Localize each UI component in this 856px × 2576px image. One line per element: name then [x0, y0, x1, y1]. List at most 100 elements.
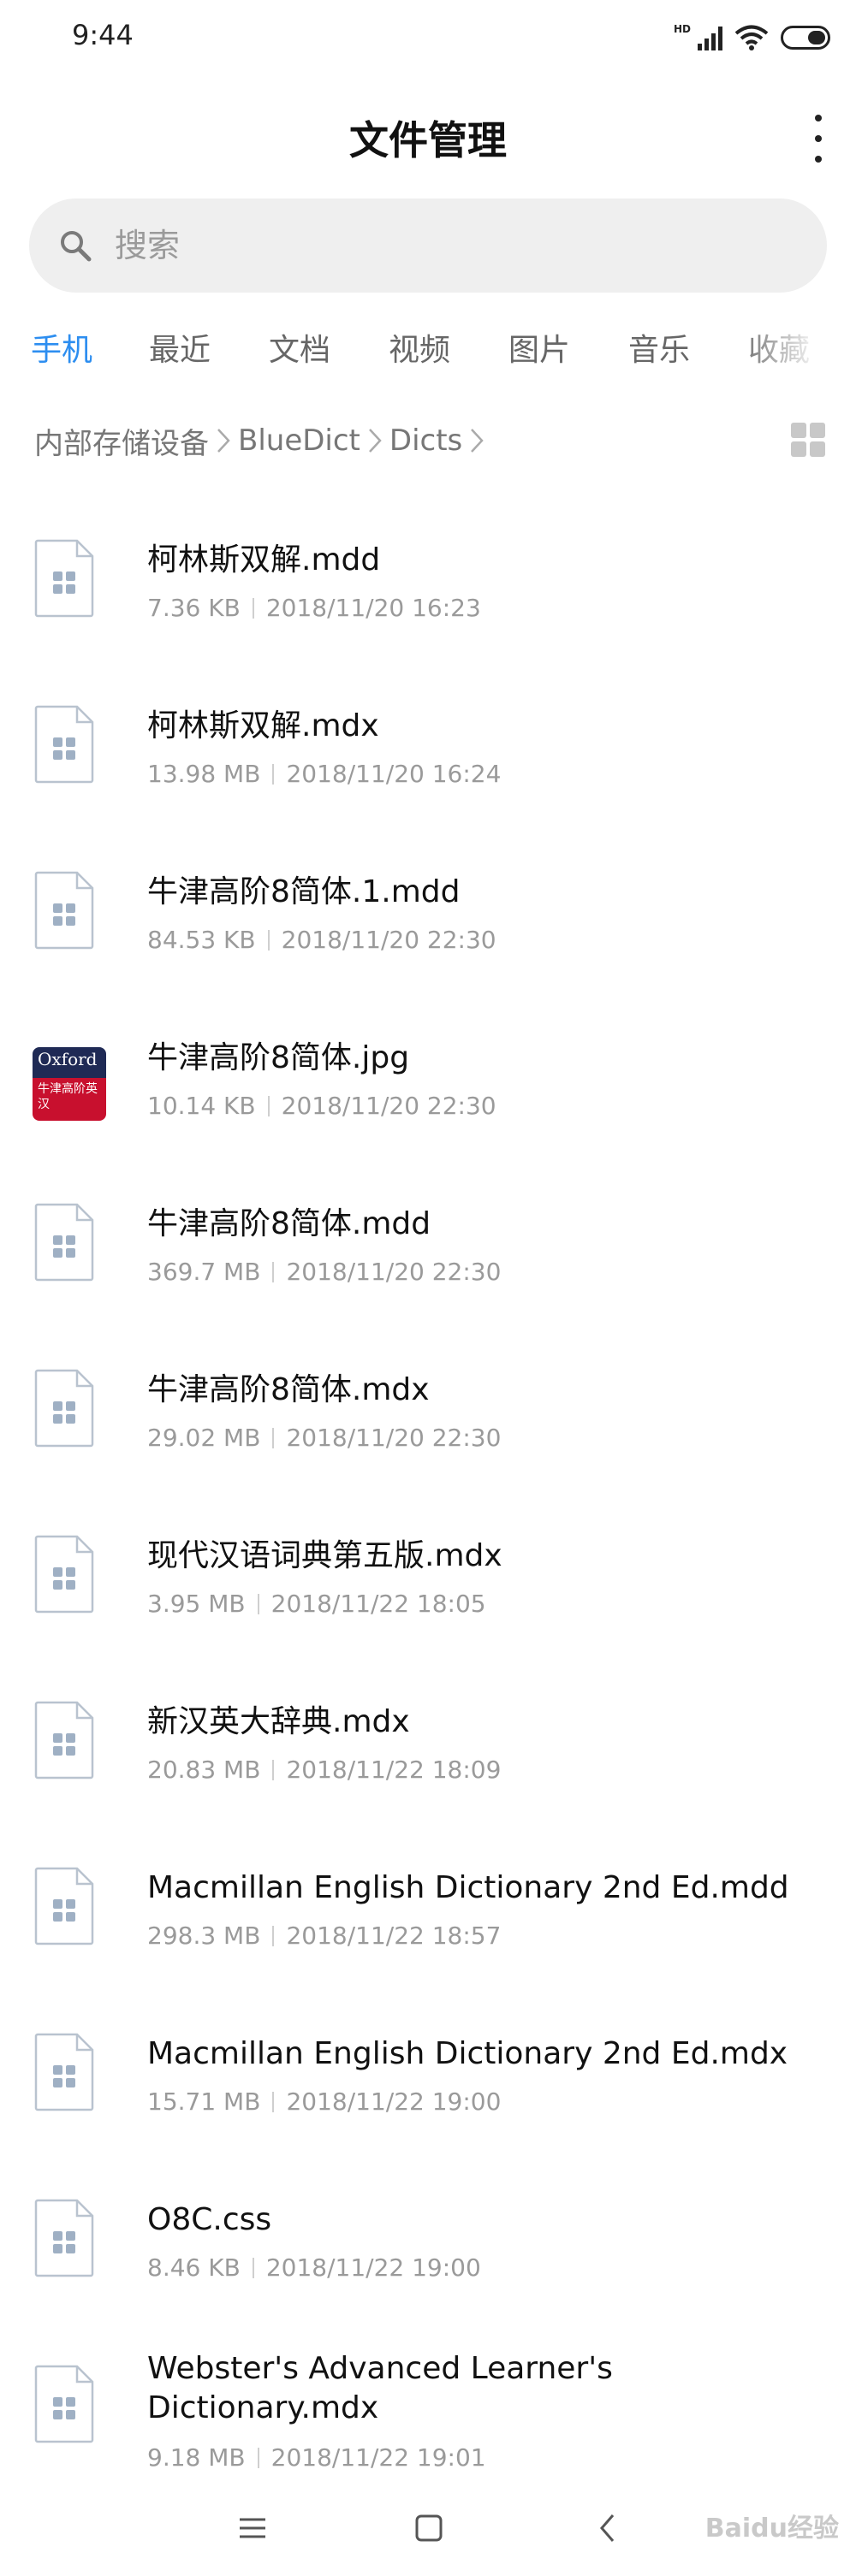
tab-phone[interactable]: 手机	[31, 325, 92, 370]
meta-divider	[272, 2092, 275, 2112]
file-icon	[34, 1701, 94, 1780]
status-bar: 9:44 HD	[0, 0, 856, 77]
file-row[interactable]: Macmillan English Dictionary 2nd Ed.mdx 1…	[0, 1999, 856, 2164]
file-size: 84.53 KB	[147, 926, 256, 954]
file-row[interactable]: 柯林斯双解.mdx 13.98 MB 2018/11/20 16:24	[0, 671, 856, 837]
chevron-right-icon	[471, 429, 484, 453]
file-name: 牛津高阶8简体.jpg	[147, 1040, 410, 1075]
file-name: Macmillan English Dictionary 2nd Ed.mdd	[147, 1870, 789, 1905]
meta-divider	[267, 1096, 270, 1116]
meta-divider	[267, 930, 270, 950]
file-size: 9.18 MB	[147, 2443, 246, 2472]
file-date: 2018/11/20 22:30	[286, 1258, 502, 1286]
file-meta: 20.83 MB 2018/11/22 18:09	[147, 1756, 501, 1784]
file-size: 8.46 KB	[147, 2253, 241, 2282]
file-row[interactable]: 牛津高阶8简体.1.mdd 84.53 KB 2018/11/20 22:30	[0, 837, 856, 1003]
file-row[interactable]: Macmillan English Dictionary 2nd Ed.mdd 2…	[0, 1833, 856, 1999]
meta-divider	[257, 2448, 259, 2468]
file-meta: 7.36 KB 2018/11/20 16:23	[147, 594, 481, 622]
file-name: 牛津高阶8简体.mdx	[147, 1372, 430, 1407]
file-icon	[34, 1369, 94, 1448]
battery-icon	[781, 26, 830, 50]
file-meta: 10.14 KB 2018/11/20 22:30	[147, 1092, 496, 1120]
file-name: 牛津高阶8简体.1.mdd	[147, 874, 461, 909]
menu-icon[interactable]	[231, 2507, 274, 2549]
chevron-right-icon	[217, 429, 230, 453]
file-size: 7.36 KB	[147, 594, 241, 622]
search-bar[interactable]	[29, 198, 827, 293]
meta-divider	[252, 598, 254, 619]
tab-images[interactable]: 图片	[508, 325, 570, 370]
file-row[interactable]: 牛津高阶8简体.mdd 369.7 MB 2018/11/20 22:30	[0, 1169, 856, 1335]
file-date: 2018/11/20 22:30	[286, 1424, 502, 1452]
file-name: 现代汉语词典第五版.mdx	[147, 1538, 502, 1573]
breadcrumb-internal-storage[interactable]: 内部存储设备	[34, 420, 209, 462]
meta-divider	[272, 1262, 275, 1282]
thumbnail-brand: Oxford	[38, 1049, 98, 1069]
status-icons: HD	[674, 21, 830, 55]
file-icon	[34, 1203, 94, 1282]
file-size: 369.7 MB	[147, 1258, 261, 1286]
image-thumbnail: Oxford 牛津高阶英汉	[33, 1047, 106, 1121]
file-name: 新汉英大辞典.mdx	[147, 1704, 410, 1739]
file-name: 柯林斯双解.mdd	[147, 542, 381, 577]
file-icon	[34, 2365, 94, 2443]
file-meta: 8.46 KB 2018/11/22 19:00	[147, 2253, 481, 2282]
file-icon	[34, 705, 94, 784]
chevron-right-icon	[368, 429, 382, 453]
breadcrumb-dicts[interactable]: Dicts	[389, 423, 462, 458]
file-meta: 29.02 MB 2018/11/20 22:30	[147, 1424, 501, 1452]
meta-divider	[272, 1760, 275, 1780]
file-row[interactable]: O8C.css 8.46 KB 2018/11/22 19:00	[0, 2164, 856, 2330]
more-options-icon[interactable]	[808, 115, 829, 163]
search-input[interactable]	[113, 226, 767, 265]
tab-recent[interactable]: 最近	[149, 325, 211, 370]
meta-divider	[272, 764, 275, 785]
meta-divider	[257, 1594, 259, 1614]
file-row[interactable]: Webster's Advanced Learner's Dictionary.…	[0, 2330, 856, 2496]
grid-view-icon[interactable]	[791, 423, 825, 457]
tab-documents[interactable]: 文档	[269, 325, 330, 370]
file-date: 2018/11/22 19:00	[265, 2253, 481, 2282]
file-size: 29.02 MB	[147, 1424, 261, 1452]
file-name: Macmillan English Dictionary 2nd Ed.mdx	[147, 2036, 788, 2071]
file-meta: 84.53 KB 2018/11/20 22:30	[147, 926, 496, 954]
status-time: 9:44	[72, 19, 134, 51]
file-date: 2018/11/22 18:09	[286, 1756, 502, 1784]
file-row[interactable]: 现代汉语词典第五版.mdx 3.95 MB 2018/11/22 18:05	[0, 1501, 856, 1667]
file-icon	[34, 2033, 94, 2111]
file-size: 13.98 MB	[147, 760, 261, 788]
file-date: 2018/11/22 19:01	[270, 2443, 486, 2472]
file-meta: 298.3 MB 2018/11/22 18:57	[147, 1922, 501, 1950]
back-icon[interactable]	[587, 2507, 630, 2549]
file-meta: 369.7 MB 2018/11/20 22:30	[147, 1258, 501, 1286]
breadcrumb: 内部存储设备 BlueDict Dicts	[34, 419, 491, 462]
tab-videos[interactable]: 视频	[389, 325, 450, 370]
file-row[interactable]: 柯林斯双解.mdd 7.36 KB 2018/11/20 16:23	[0, 505, 856, 671]
file-name: Webster's Advanced Learner's Dictionary.…	[147, 2351, 613, 2425]
file-row[interactable]: 新汉英大辞典.mdx 20.83 MB 2018/11/22 18:09	[0, 1667, 856, 1833]
file-row[interactable]: 牛津高阶8简体.mdx 29.02 MB 2018/11/20 22:30	[0, 1335, 856, 1501]
category-tabs: 手机 最近 文档 视频 图片 音乐 收藏	[0, 325, 856, 376]
file-date: 2018/11/20 22:30	[281, 1092, 496, 1120]
file-date: 2018/11/22 18:57	[286, 1922, 502, 1950]
file-icon	[34, 2199, 94, 2277]
home-icon[interactable]	[407, 2507, 450, 2549]
breadcrumb-bluedict[interactable]: BlueDict	[238, 423, 360, 458]
file-icon	[34, 1867, 94, 1945]
file-icon	[34, 1535, 94, 1614]
tab-music[interactable]: 音乐	[628, 325, 690, 370]
thumbnail-subtitle: 牛津高阶英汉	[38, 1082, 98, 1111]
file-meta: 3.95 MB 2018/11/22 18:05	[147, 1590, 486, 1618]
file-row[interactable]: Oxford 牛津高阶英汉 牛津高阶8简体.jpg 10.14 KB 2018/11/2…	[0, 1003, 856, 1169]
meta-divider	[252, 2258, 254, 2278]
file-name: 柯林斯双解.mdx	[147, 708, 379, 743]
watermark: Baidu经验	[704, 2514, 839, 2543]
file-date: 2018/11/22 19:00	[286, 2087, 502, 2116]
file-date: 2018/11/20 22:30	[281, 926, 496, 954]
file-date: 2018/11/20 16:23	[265, 594, 481, 622]
hd-label: HD	[673, 23, 691, 35]
file-size: 10.14 KB	[147, 1092, 256, 1120]
file-name: O8C.css	[147, 2202, 272, 2237]
file-size: 298.3 MB	[147, 1922, 261, 1950]
